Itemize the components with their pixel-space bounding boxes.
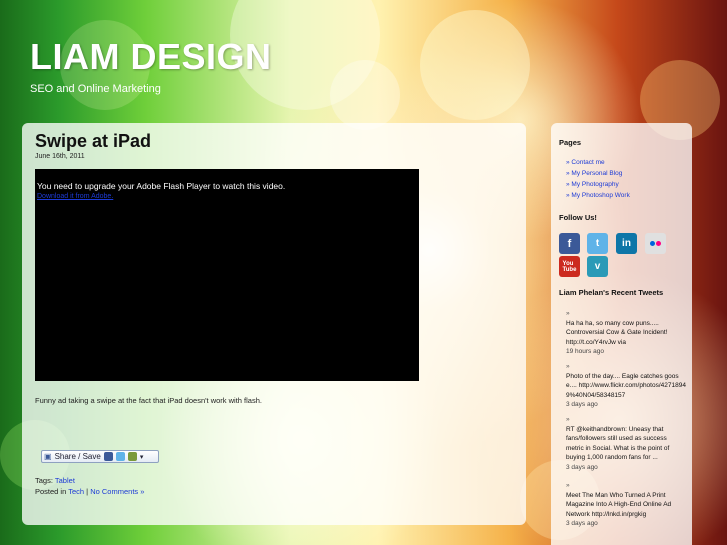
post-caption: Funny ad taking a swipe at the fact that… [35,396,262,405]
tweet-time[interactable]: 3 days ago [566,401,598,408]
tweet-bullet: » [566,363,570,370]
post-date: June 16th, 2011 [35,153,85,160]
posted-in-label: Posted in [35,487,67,496]
vimeo-icon[interactable]: v [587,256,608,277]
tags-label: Tags: [35,476,53,485]
twitter-icon[interactable]: t [587,233,608,254]
linkedin-icon[interactable]: in [616,233,637,254]
page-link-blog[interactable]: » My Personal Blog [566,170,622,177]
tweet-item: » Photo of the day.... Eagle catches goo… [566,362,686,410]
site-title[interactable]: LIAM DESIGN [30,36,272,78]
sidebar: Pages » Contact me » My Personal Blog » … [551,123,692,545]
tweet-bullet: » [566,310,570,317]
tweets-widget-title: Liam Phelan's Recent Tweets [559,288,664,297]
tweet-text[interactable]: Photo of the day.... Eagle catches goose… [566,373,686,399]
facebook-icon [103,452,113,461]
share-save-button[interactable]: ▣ Share / Save ▾ [41,450,159,463]
youtube-icon[interactable]: You Tube [559,256,580,277]
video-player[interactable]: You need to upgrade your Adobe Flash Pla… [35,169,419,381]
main-content: Swipe at iPad June 16th, 2011 You need t… [22,123,526,525]
share-icon: ▣ [44,452,52,461]
meta-separator: | [86,487,89,496]
twitter-icon [115,452,125,461]
tweet-bullet: » [566,482,570,489]
bokeh-light [330,60,400,130]
email-icon [127,452,137,461]
share-label: Share / Save [54,452,101,461]
flash-download-link[interactable]: Download it from Adobe. [37,193,113,200]
tweet-item: » RT @keithandbrown: Uneasy that fans/fo… [566,415,686,472]
follow-widget-title: Follow Us! [559,213,597,222]
tag-link[interactable]: Tablet [55,476,75,485]
tweet-text[interactable]: Meet The Man Who Turned A Print Magazine… [566,492,671,518]
post-tags: Tags: Tablet [35,476,75,485]
tweet-item: » Ha ha ha, so many cow puns..... Contro… [566,309,686,357]
tweet-text[interactable]: Ha ha ha, so many cow puns..... Controve… [566,320,668,346]
post-meta: Posted in Tech | No Comments » [35,487,144,496]
page-link-contact[interactable]: » Contact me [566,159,605,166]
tweet-text[interactable]: RT @keithandbrown: Uneasy that fans/foll… [566,426,669,462]
pages-widget-title: Pages [559,138,582,147]
tweet-time[interactable]: 3 days ago [566,520,598,527]
category-link[interactable]: Tech [68,487,84,496]
chevron-down-icon: ▾ [139,453,144,461]
page-link-photoshop[interactable]: » My Photoshop Work [566,192,630,199]
tweet-bullet: » [566,416,570,423]
comments-link[interactable]: No Comments » [90,487,144,496]
site-tagline: SEO and Online Marketing [30,83,161,95]
flash-message: You need to upgrade your Adobe Flash Pla… [37,181,286,191]
flickr-icon[interactable] [645,233,666,254]
tweet-time[interactable]: 19 hours ago [566,348,604,355]
facebook-icon[interactable]: f [559,233,580,254]
bokeh-light [420,10,530,120]
post-title[interactable]: Swipe at iPad [35,131,151,152]
tweet-time[interactable]: 3 days ago [566,464,598,471]
tweet-item: » Meet The Man Who Turned A Print Magazi… [566,481,686,529]
page-link-photography[interactable]: » My Photography [566,181,619,188]
